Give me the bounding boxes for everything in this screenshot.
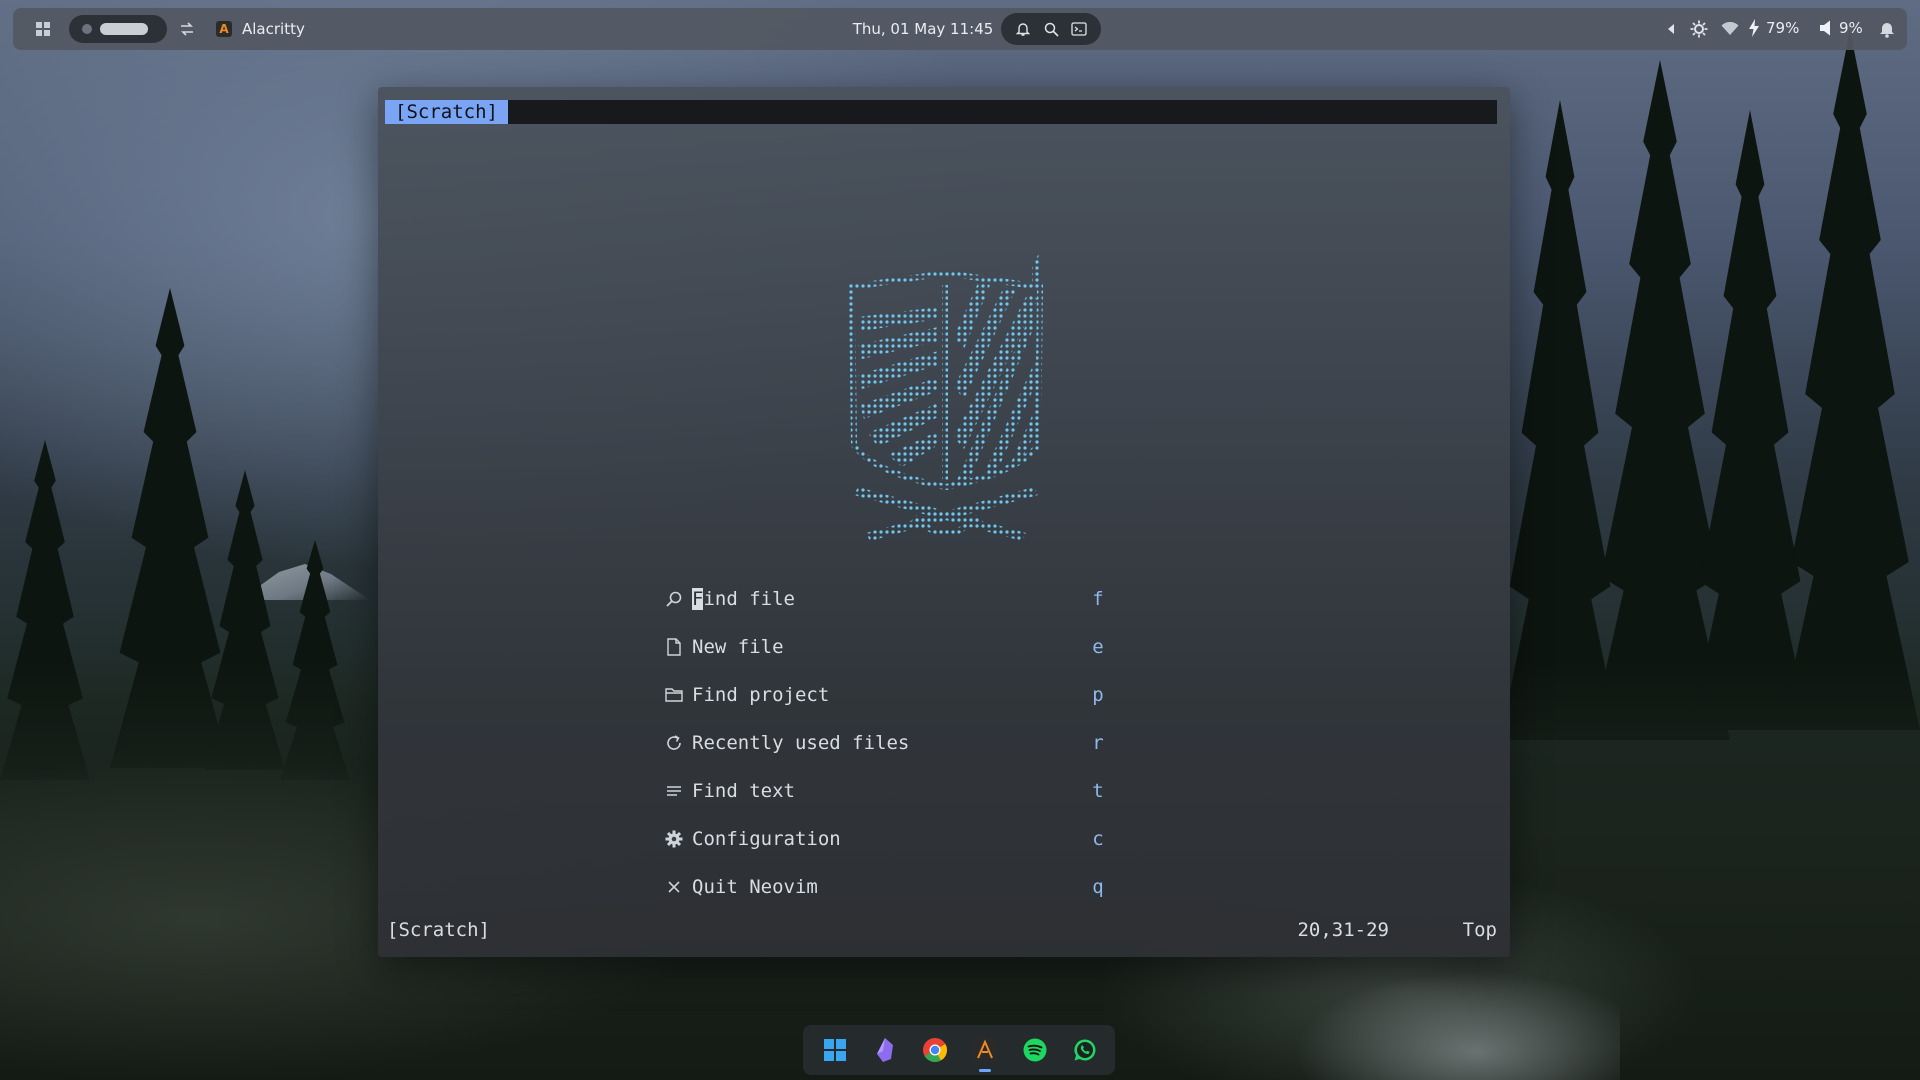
dock-start-button[interactable] — [821, 1036, 849, 1064]
menu-label: Quit Neovim — [692, 876, 818, 898]
terminal-window[interactable]: [Scratch] Find file f New file e Find pr… — [378, 87, 1510, 957]
top-panel: A Alacritty Thu, 01 May 11:45 79% 9% — [13, 8, 1907, 50]
menu-shortcut: f — [1092, 588, 1104, 610]
wallpaper-tree — [1500, 100, 1620, 740]
buffer-tab[interactable]: [Scratch] — [385, 100, 508, 124]
tray-expand-button[interactable] — [1663, 19, 1679, 39]
dock-obsidian[interactable] — [871, 1036, 899, 1064]
bell-icon — [1016, 23, 1030, 36]
close-icon — [658, 880, 690, 894]
brightness-icon — [1690, 20, 1708, 38]
statusline-position: 20,31-29 — [1297, 919, 1389, 941]
swap-arrows-icon — [181, 22, 193, 36]
menu-item-find-file[interactable]: Find file f — [658, 575, 1108, 623]
dock-whatsapp[interactable] — [1071, 1036, 1099, 1064]
triangle-left-icon — [1668, 24, 1674, 34]
workspace-active[interactable] — [100, 23, 148, 35]
menu-item-quit[interactable]: Quit Neovim q — [658, 863, 1108, 911]
menu-shortcut: t — [1092, 780, 1104, 802]
bell-icon — [1880, 23, 1894, 38]
spotify-icon — [1023, 1038, 1047, 1062]
grid-icon — [36, 22, 50, 36]
menu-label: Configuration — [692, 828, 841, 850]
wifi-icon — [1721, 22, 1739, 35]
notification-center-button[interactable] — [1877, 18, 1897, 40]
volume-text: 9% — [1839, 19, 1863, 37]
workspace-switcher[interactable] — [69, 15, 167, 43]
menu-label: Recently used files — [692, 732, 910, 754]
terminal-icon — [1071, 22, 1087, 36]
alacritty-icon — [973, 1038, 997, 1062]
menu-shortcut: r — [1092, 732, 1104, 754]
folder-icon — [658, 687, 690, 703]
menu-item-recent-files[interactable]: Recently used files r — [658, 719, 1108, 767]
statusline: [Scratch] 20,31-29 Top — [387, 917, 1499, 943]
menu-label: Find file — [692, 588, 795, 610]
wallpaper-stream — [1260, 940, 1620, 1080]
menu-label: Find text — [692, 780, 795, 802]
gear-icon — [658, 830, 690, 848]
search-icon — [1044, 22, 1059, 37]
battery-text: 79% — [1766, 19, 1800, 37]
menu-shortcut: q — [1092, 876, 1104, 898]
volume-indicator[interactable]: 9% — [1819, 19, 1863, 37]
window-switch-button[interactable] — [177, 19, 197, 39]
menu-item-new-file[interactable]: New file e — [658, 623, 1108, 671]
dashboard-menu: Find file f New file e Find project p Re… — [658, 575, 1108, 911]
terminal-button[interactable] — [1069, 19, 1089, 39]
menu-item-find-text[interactable]: Find text t — [658, 767, 1108, 815]
apps-grid-button[interactable] — [33, 19, 53, 39]
focused-app-name: Alacritty — [242, 20, 305, 38]
notifications-button[interactable] — [1013, 19, 1033, 39]
lines-icon — [658, 784, 690, 798]
wallpaper-tree — [1780, 30, 1920, 730]
quick-actions — [1001, 13, 1101, 45]
menu-shortcut: c — [1092, 828, 1104, 850]
clock-text: Thu, 01 May 11:45 — [852, 20, 994, 38]
obsidian-icon — [877, 1038, 893, 1062]
menu-shortcut: e — [1092, 636, 1104, 658]
clock[interactable]: Thu, 01 May 11:45 — [843, 19, 1003, 39]
active-app-indicator — [979, 1069, 991, 1072]
bolt-icon — [1749, 19, 1759, 37]
speaker-icon — [1820, 20, 1830, 36]
dock-spotify[interactable] — [1021, 1036, 1049, 1064]
wallpaper-tree — [1590, 60, 1730, 740]
menu-item-find-project[interactable]: Find project p — [658, 671, 1108, 719]
search-button[interactable] — [1041, 19, 1061, 39]
whatsapp-icon — [1074, 1039, 1096, 1061]
dock-chrome[interactable] — [921, 1036, 949, 1064]
battery-indicator[interactable]: 79% — [1748, 19, 1799, 37]
focused-app[interactable]: A Alacritty — [216, 20, 305, 38]
menu-shortcut: p — [1092, 684, 1104, 706]
alacritty-app-icon: A — [216, 21, 232, 37]
workspace-dot[interactable] — [82, 24, 92, 34]
windows-start-icon — [824, 1039, 846, 1061]
refresh-icon — [658, 734, 690, 752]
dock-alacritty[interactable] — [971, 1036, 999, 1064]
text-cursor: F — [692, 588, 704, 610]
menu-item-configuration[interactable]: Configuration c — [658, 815, 1108, 863]
tabline: [Scratch] — [385, 100, 1497, 124]
menu-label: New file — [692, 636, 784, 658]
wallpaper-tree — [1690, 110, 1810, 730]
survey-corps-logo — [848, 251, 1044, 541]
search-icon — [658, 590, 690, 608]
menu-label-rest: ind file — [703, 588, 795, 610]
file-icon — [658, 638, 690, 656]
dock — [803, 1025, 1115, 1075]
statusline-scroll: Top — [1462, 919, 1497, 941]
menu-label: Find project — [692, 684, 830, 706]
statusline-buffer: [Scratch] — [387, 919, 490, 941]
wifi-button[interactable] — [1719, 19, 1741, 39]
chrome-icon — [923, 1038, 947, 1063]
brightness-button[interactable] — [1688, 18, 1710, 40]
